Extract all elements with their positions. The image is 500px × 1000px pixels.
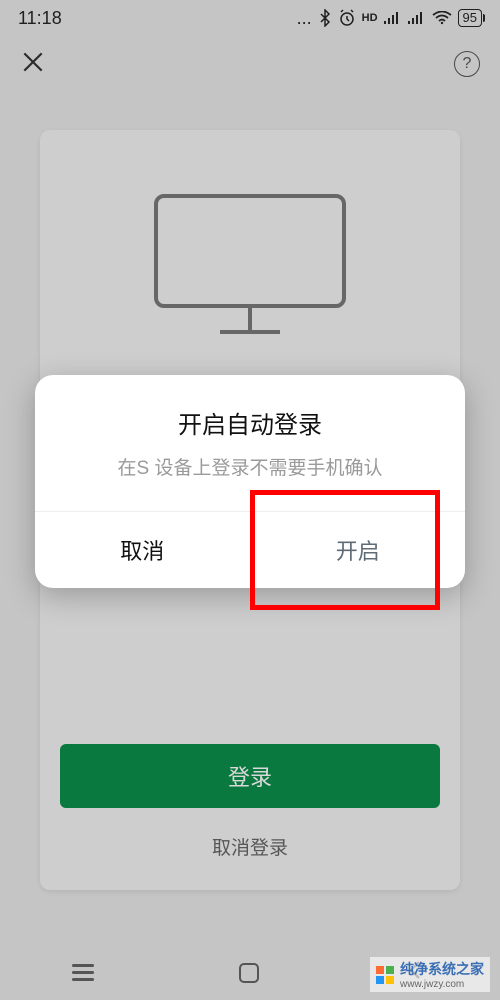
close-icon[interactable] bbox=[20, 49, 46, 80]
dialog-actions: 取消 开启 bbox=[35, 511, 465, 588]
battery-icon: 95 bbox=[458, 9, 482, 27]
watermark: 纯净系统之家 www.jwzy.com bbox=[370, 957, 490, 992]
status-dots: ... bbox=[297, 8, 312, 29]
auto-login-dialog: 开启自动登录 在S 设备上登录不需要手机确认 取消 开启 bbox=[35, 375, 465, 588]
hd-icon: HD bbox=[362, 12, 378, 24]
login-button[interactable]: 登录 bbox=[60, 744, 440, 808]
nav-home-icon[interactable] bbox=[239, 963, 259, 983]
status-time: 11:18 bbox=[18, 8, 62, 29]
dialog-message: 在S 设备上登录不需要手机确认 bbox=[55, 456, 445, 483]
nav-recent-icon[interactable] bbox=[72, 971, 94, 974]
help-icon[interactable]: ? bbox=[454, 51, 480, 77]
cancel-login-link[interactable]: 取消登录 bbox=[212, 833, 288, 860]
watermark-logo-icon bbox=[376, 966, 394, 984]
bluetooth-icon bbox=[318, 9, 332, 27]
dialog-cancel-button[interactable]: 取消 bbox=[35, 512, 251, 588]
alarm-icon bbox=[338, 9, 356, 27]
dialog-confirm-button[interactable]: 开启 bbox=[251, 512, 466, 588]
dialog-title: 开启自动登录 bbox=[55, 405, 445, 440]
top-bar: ? bbox=[0, 36, 500, 92]
monitor-icon bbox=[150, 190, 350, 345]
watermark-text: 纯净系统之家 bbox=[400, 959, 484, 979]
signal-icon bbox=[384, 11, 402, 25]
status-bar: 11:18 ... HD 95 bbox=[0, 0, 500, 36]
wifi-icon bbox=[432, 11, 452, 25]
signal-icon-2 bbox=[408, 11, 426, 25]
watermark-url: www.jwzy.com bbox=[400, 979, 484, 990]
